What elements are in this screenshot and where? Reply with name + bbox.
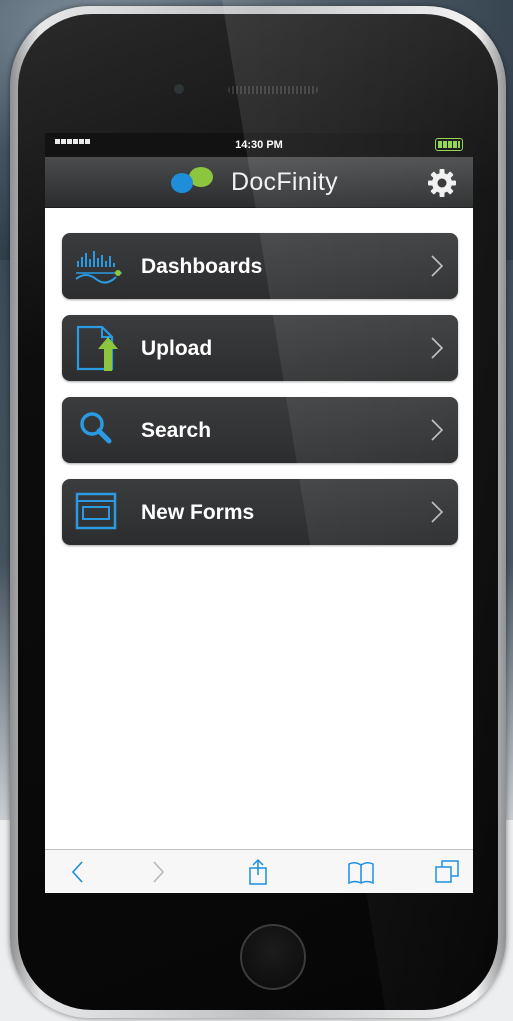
menu-item-search[interactable]: Search [62, 397, 458, 463]
chevron-right-icon [431, 337, 444, 359]
chevron-right-icon [431, 419, 444, 441]
menu-label-dashboards: Dashboards [141, 255, 263, 278]
forms-icon [75, 492, 117, 530]
menu-item-upload[interactable]: Upload [62, 315, 458, 381]
share-icon[interactable] [244, 858, 272, 886]
browser-toolbar [45, 849, 473, 893]
gear-icon[interactable] [427, 168, 457, 198]
tabs-icon[interactable] [433, 858, 461, 886]
docfinity-logo-icon [171, 166, 221, 196]
upload-document-icon [76, 325, 118, 371]
chevron-right-icon [431, 501, 444, 523]
status-time: 14:30 PM [235, 139, 283, 151]
back-icon[interactable] [65, 858, 93, 886]
search-icon [80, 412, 112, 444]
chevron-right-icon [431, 255, 444, 277]
bookmarks-icon[interactable] [347, 858, 375, 886]
menu-item-dashboards[interactable]: Dashboards [62, 233, 458, 299]
home-button[interactable] [240, 924, 306, 990]
menu-label-new-forms: New Forms [141, 501, 255, 524]
app-header: DocFinity [45, 157, 473, 208]
front-camera [174, 84, 184, 94]
menu-item-new-forms[interactable]: New Forms [62, 479, 458, 545]
menu-label-search: Search [141, 419, 212, 442]
forward-icon[interactable] [143, 858, 171, 886]
main-menu: Dashboards Upload Search New Forms [62, 233, 458, 561]
earpiece-speaker [228, 86, 318, 94]
status-bar: 14:30 PM [45, 133, 473, 157]
menu-label-upload: Upload [141, 337, 213, 360]
phone-screen: 14:30 PM DocFinity Dashboards Upload Sea… [45, 133, 473, 893]
battery-icon [435, 138, 463, 151]
app-title: DocFinity [231, 168, 338, 196]
dashboard-chart-icon [75, 251, 122, 284]
